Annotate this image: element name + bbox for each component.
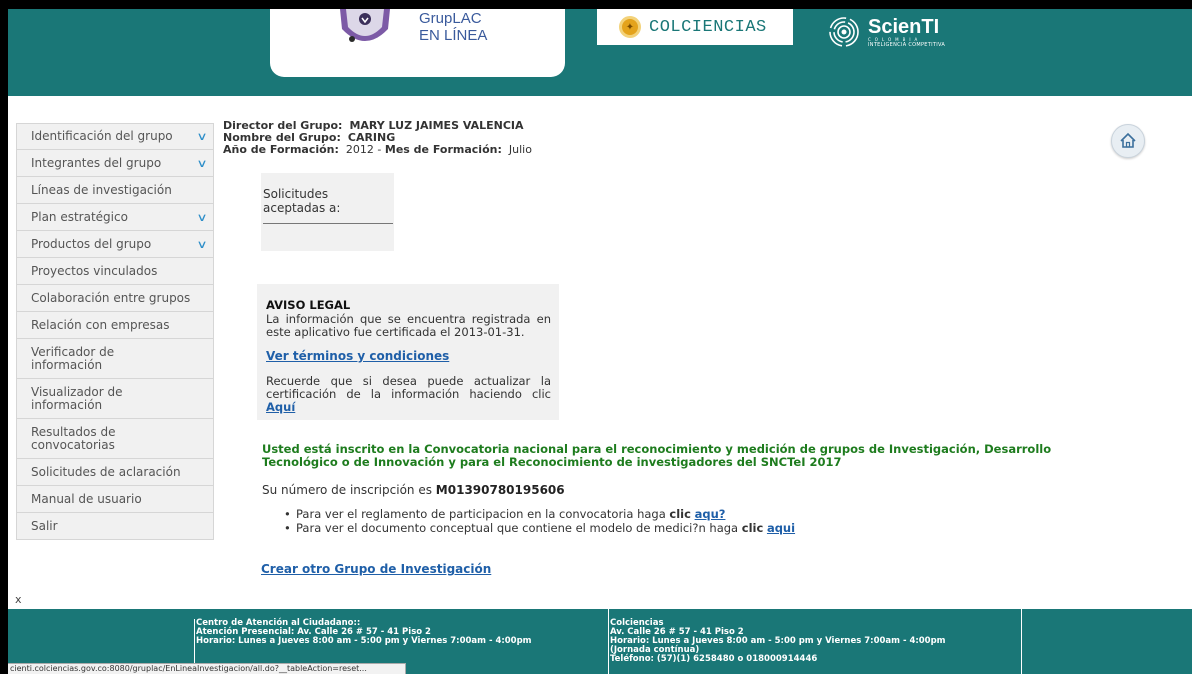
footer-colciencias: Colciencias Av. Calle 26 # 57 - 41 Piso …: [608, 609, 1022, 674]
scienti-swirl-icon: [829, 17, 859, 47]
gruplac-emblem-icon: [340, 9, 390, 42]
sidebar-item-label: Plan estratégico: [31, 209, 128, 224]
reglamento-link[interactable]: aqu?: [695, 507, 726, 521]
sidebar-item-label: Salir: [31, 518, 58, 533]
chevron-down-icon[interactable]: ∨: [196, 211, 207, 224]
scienti-logo-text-block: ScienTI COLOMBIA INTELIGENCIA COMPETITIV…: [868, 17, 945, 48]
inscription-number: M01390780195606: [435, 483, 565, 497]
solicitudes-box: Solicitudes aceptadas a:: [261, 173, 394, 251]
reglamento-clic: clic: [669, 507, 691, 521]
chevron-down-icon[interactable]: ∨: [196, 130, 207, 143]
documento-text: Para ver el documento conceptual que con…: [296, 521, 739, 535]
update-certification-text: Recuerde que si desea puede actualizar l…: [266, 375, 551, 414]
sidebar-item-label: Visualizador de información: [31, 384, 123, 412]
site-header: GrupLAC EN LÍNEA ✦ COLCIENCIAS ScienTI C…: [8, 9, 1192, 96]
colciencias-logo: ✦ COLCIENCIAS: [597, 9, 793, 45]
month-value: Julio: [508, 143, 532, 156]
sidebar-item-resultados-de-convocatorias[interactable]: Resultados de convocatorias: [16, 419, 214, 459]
sidebar-item-label: Resultados de convocatorias: [31, 424, 116, 452]
scienti-logo-name: ScienTI: [868, 15, 940, 38]
formation-row: Año de Formación: 2012 - Mes de Formació…: [223, 143, 532, 156]
update-certification-link[interactable]: Aquí: [266, 400, 295, 414]
screenshot-frame: GrupLAC EN LÍNEA ✦ COLCIENCIAS ScienTI C…: [0, 0, 1192, 674]
sidebar-item-colaboracion-entre-grupos[interactable]: Colaboración entre grupos: [16, 285, 214, 312]
legal-notice-text: La información que se encuentra registra…: [266, 312, 551, 339]
convocatoria-links-list: Para ver el reglamento de participacion …: [284, 507, 795, 535]
sidebar-item-label: Colaboración entre grupos: [31, 290, 191, 305]
list-item: Para ver el reglamento de participacion …: [284, 507, 795, 521]
sidebar-item-label: Solicitudes de aclaración: [31, 464, 181, 479]
home-button[interactable]: [1111, 124, 1145, 158]
solicitudes-divider: [263, 223, 393, 224]
list-item: Para ver el documento conceptual que con…: [284, 521, 795, 535]
create-group-link[interactable]: Crear otro Grupo de Investigación: [261, 562, 491, 576]
scienti-logo-tagline: INTELIGENCIA COMPETITIVA: [868, 41, 946, 48]
inscription-label: Su número de inscripción es: [262, 483, 432, 497]
month-label: Mes de Formación:: [384, 143, 502, 156]
footer-col1-line2: Horario: Lunes a Jueves 8:00 am - 5:00 p…: [196, 636, 532, 646]
legal-notice-title: AVISO LEGAL: [266, 298, 351, 312]
gruplac-logo-text: GrupLAC EN LÍNEA: [419, 10, 487, 44]
sidebar-item-label: Relación con empresas: [31, 317, 170, 332]
gruplac-logo-card[interactable]: [270, 9, 565, 77]
terms-link[interactable]: Ver términos y condiciones: [266, 350, 551, 363]
sidebar-item-relacion-con-empresas[interactable]: Relación con empresas: [16, 312, 214, 339]
update-certification-message: Recuerde que si desea puede actualizar l…: [266, 374, 551, 401]
sidebar-item-visualizador-de-informacion[interactable]: Visualizador de información: [16, 379, 214, 419]
sidebar-item-label: Identificación del grupo: [31, 129, 173, 143]
sidebar-item-label: Manual de usuario: [31, 491, 142, 506]
status-bar-url: cienti.colciencias.gov.co:8080/gruplac/E…: [8, 663, 406, 674]
gruplac-logo-line2: EN LÍNEA: [419, 27, 488, 44]
sidebar-item-plan-estrategico[interactable]: Plan estratégico ∨: [16, 204, 214, 231]
year-label: Año de Formación:: [223, 143, 339, 156]
sidebar-item-label: Productos del grupo: [31, 236, 152, 251]
sidebar-item-label: Verificador de información: [31, 344, 115, 372]
gruplac-logo-line1: GrupLAC: [419, 10, 482, 27]
home-icon: [1120, 132, 1136, 148]
colombia-seal-icon: ✦: [619, 16, 641, 38]
sidebar-item-lineas-de-investigacion[interactable]: Líneas de investigación: [16, 177, 214, 204]
documento-link[interactable]: aqui: [767, 521, 795, 535]
inscription-number-row: Su número de inscripción es M01390780195…: [262, 483, 565, 497]
group-info: Director del Grupo: MARY LUZ JAIMES VALE…: [223, 120, 532, 156]
sidebar-item-solicitudes-de-aclaracion[interactable]: Solicitudes de aclaración: [16, 459, 214, 486]
convocatoria-notice: Usted está inscrito en la Convocatoria n…: [262, 442, 1052, 469]
sidebar-item-productos-del-grupo[interactable]: Productos del grupo ∨: [16, 231, 214, 258]
sidebar-menu: Identificación del grupo ∨ Integrantes del…: [16, 123, 214, 540]
browser-page: GrupLAC EN LÍNEA ✦ COLCIENCIAS ScienTI C…: [8, 9, 1192, 674]
reglamento-text: Para ver el reglamento de participacion …: [296, 507, 666, 521]
sidebar-item-verificador-de-informacion[interactable]: Verificador de información: [16, 339, 214, 379]
scienti-logo: ScienTI COLOMBIA INTELIGENCIA COMPETITIV…: [828, 11, 978, 53]
sidebar-item-label: Líneas de investigación: [31, 182, 172, 197]
year-value: 2012: [345, 143, 374, 156]
chevron-down-icon[interactable]: ∨: [196, 157, 207, 170]
colciencias-logo-text: COLCIENCIAS: [649, 17, 767, 37]
chevron-down-icon[interactable]: ∨: [196, 238, 207, 251]
documento-clic: clic: [741, 521, 764, 535]
sidebar-item-identificacion-del-grupo[interactable]: Identificación del grupo ∨: [16, 123, 214, 150]
solicitudes-label: Solicitudes aceptadas a:: [263, 187, 341, 215]
legal-notice-box: AVISO LEGAL La información que se encuen…: [257, 284, 559, 420]
sidebar-item-integrantes-del-grupo[interactable]: Integrantes del grupo ∨: [16, 150, 214, 177]
footer-col2-line4: Teléfono: (57)(1) 6258480 o 018000914446: [610, 654, 818, 664]
sidebar-item-manual-de-usuario[interactable]: Manual de usuario: [16, 486, 214, 513]
sidebar-item-label: Proyectos vinculados: [31, 263, 158, 278]
sidebar-item-proyectos-vinculados[interactable]: Proyectos vinculados: [16, 258, 214, 285]
stray-x-text: x: [15, 593, 22, 606]
sidebar-item-salir[interactable]: Salir: [16, 513, 214, 540]
sidebar-item-label: Integrantes del grupo: [31, 155, 162, 170]
